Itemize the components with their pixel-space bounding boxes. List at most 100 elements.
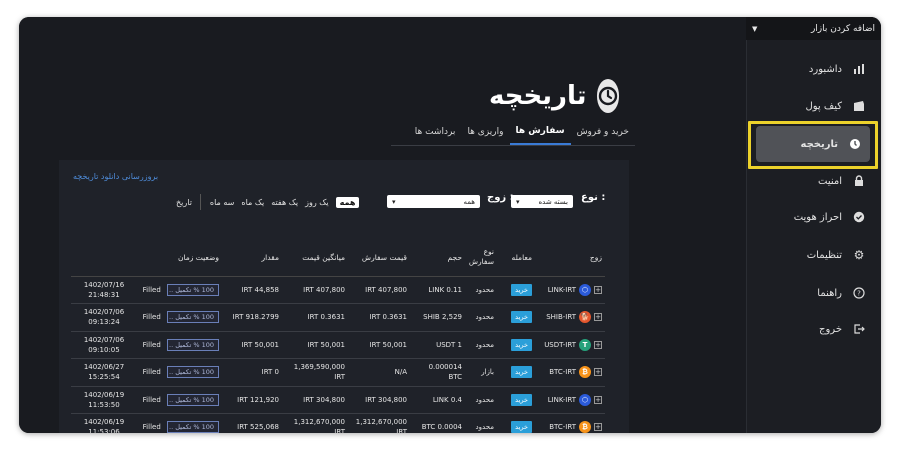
- progress-badge: 100 % تکمیل ..: [167, 283, 219, 296]
- status-cell: 100 % تکمیل .. Filled: [137, 413, 222, 433]
- expand-icon[interactable]: +: [594, 423, 602, 432]
- time-cell: 1402/06/19 11:53:50: [71, 386, 137, 414]
- amount-cell: IRT 44,858: [222, 276, 282, 304]
- sidebar-item-label: داشبورد: [808, 63, 842, 75]
- expand-icon[interactable]: +: [594, 368, 602, 377]
- buy-badge: خرید: [511, 393, 532, 406]
- status-text: Filled: [142, 368, 161, 377]
- status-cell: 100 % تکمیل .. Filled: [137, 276, 222, 304]
- sidebar-item-label: خروج: [819, 323, 842, 335]
- add-market-label: اضافه کردن بازار: [810, 23, 875, 34]
- sidebar-item-label: امنیت: [818, 175, 842, 187]
- orders-panel: بروزرسانی دانلود تاریخچه نوع : بسته شده …: [59, 160, 629, 433]
- expand-icon[interactable]: +: [594, 340, 602, 349]
- volume-cell: 0.000014 BTC: [410, 358, 465, 387]
- table-row[interactable]: + ⬡ LINK-IRT خرید محدود LINK 0.11 IRT 40…: [71, 276, 605, 304]
- avg-price-cell: IRT 50,001: [282, 331, 348, 359]
- trade-cell: خرید: [497, 358, 535, 387]
- pair-cell: + ⬡ LINK-IRT: [535, 386, 605, 414]
- amount-cell: IRT 0: [222, 358, 282, 387]
- add-market-select[interactable]: اضافه کردن بازار ▼: [746, 17, 881, 40]
- trade-cell: خرید: [497, 303, 535, 332]
- volume-cell: USDT 1: [410, 331, 465, 359]
- type-filter-select[interactable]: بسته شده ▾: [511, 195, 573, 208]
- usdt-coin-icon: T: [579, 338, 591, 351]
- buy-badge: خرید: [511, 283, 532, 296]
- pair-name: LINK-IRT: [547, 285, 576, 294]
- chevron-down-icon: ▾: [516, 197, 520, 206]
- order-type-cell: محدود: [465, 303, 497, 332]
- buy-badge: خرید: [511, 421, 532, 433]
- gear-icon: ⚙: [853, 248, 865, 262]
- refresh-download-link[interactable]: بروزرسانی دانلود تاریخچه: [73, 172, 158, 181]
- pair-name: SHIB-IRT: [546, 313, 576, 322]
- order-price-cell: IRT 50,001: [348, 331, 410, 359]
- expand-icon[interactable]: +: [594, 313, 602, 322]
- table-row[interactable]: + ₿ BTC-IRT خرید محدود BTC 0.0004 1,312,…: [71, 413, 605, 433]
- date-filter-week[interactable]: یک هفته: [271, 198, 298, 207]
- pair-filter-select[interactable]: همه ▾: [387, 195, 480, 208]
- col-trade: معامله: [497, 239, 535, 277]
- pair-name: LINK-IRT: [547, 395, 576, 404]
- col-volume: حجم: [410, 239, 465, 277]
- col-pair: زوج: [535, 239, 605, 277]
- pair-filter-value: همه: [463, 197, 476, 206]
- pair-cell: + 🐕 SHIB-IRT: [535, 303, 605, 332]
- order-type-cell: بازار: [465, 358, 497, 387]
- progress-badge: 100 % تکمیل ..: [167, 393, 219, 406]
- status-text: Filled: [142, 285, 161, 294]
- order-type-cell: محدود: [465, 386, 497, 414]
- order-price-cell: IRT 304,800: [348, 386, 410, 414]
- tab-withdrawals[interactable]: برداشت ها: [409, 119, 462, 145]
- sidebar-item-label: کیف پول: [805, 100, 842, 112]
- date-filter-day[interactable]: یک روز: [305, 198, 329, 207]
- tab-deposits[interactable]: واریزی ها: [461, 119, 509, 145]
- table-row[interactable]: + ₿ BTC-IRT خرید بازار 0.000014 BTC N/A …: [71, 358, 605, 387]
- sidebar-item-wallet[interactable]: کیف پول: [746, 88, 881, 124]
- col-order-price: قیمت سفارش: [348, 239, 410, 277]
- sidebar-item-verification[interactable]: احراز هویت: [746, 199, 881, 235]
- date-filter-month[interactable]: یک ماه: [241, 198, 264, 207]
- tab-trades[interactable]: خرید و فروش: [571, 119, 635, 145]
- sidebar-item-logout[interactable]: خروج: [746, 311, 881, 347]
- buy-badge: خرید: [511, 338, 532, 351]
- highlight-frame: [748, 121, 878, 169]
- sidebar-item-help[interactable]: راهنما ?: [746, 275, 881, 311]
- time-cell: 1402/06/19 11:53:06: [71, 413, 137, 433]
- order-time: 21:48:31: [88, 290, 120, 299]
- sidebar-item-settings[interactable]: تنظیمات ⚙: [746, 237, 881, 273]
- lock-icon: [852, 174, 866, 188]
- pair-filter-label: زوج :: [487, 192, 514, 203]
- status-text: Filled: [142, 313, 161, 322]
- pair-cell: + T USDT-IRT: [535, 331, 605, 359]
- sidebar: اضافه کردن بازار ▼ داشبورد کیف پول تاریخ…: [746, 17, 881, 433]
- order-date: 1402/07/06: [83, 308, 125, 317]
- order-price-cell: IRT 0.3631: [348, 303, 410, 332]
- amount-cell: IRT 918.2799: [222, 303, 282, 332]
- avg-price-cell: IRT 304,800: [282, 386, 348, 414]
- table-row[interactable]: + ⬡ LINK-IRT خرید محدود LINK 0.4 IRT 304…: [71, 386, 605, 414]
- app-window: تاریخچه خرید و فروش سفارش ها واریزی ها ب…: [19, 17, 881, 433]
- expand-icon[interactable]: +: [594, 395, 602, 404]
- col-avg-price: میانگین قیمت: [282, 239, 348, 277]
- expand-icon[interactable]: +: [594, 285, 602, 294]
- avg-price-cell: 1,312,670,000 IRT: [282, 413, 348, 433]
- table-row[interactable]: + 🐕 SHIB-IRT خرید محدود SHIB 2,529 IRT 0…: [71, 303, 605, 332]
- main-content: تاریخچه خرید و فروش سفارش ها واریزی ها ب…: [19, 17, 746, 433]
- shib-coin-icon: 🐕: [579, 311, 591, 324]
- trade-cell: خرید: [497, 386, 535, 414]
- order-date: 1402/07/16: [83, 280, 125, 289]
- table-header-row: زوج معامله نوع سفارش حجم قیمت سفارش میان…: [71, 239, 605, 277]
- sidebar-item-label: تنظیمات: [806, 249, 842, 261]
- tab-orders[interactable]: سفارش ها: [509, 119, 571, 145]
- btc-coin-icon: ₿: [579, 421, 591, 433]
- svg-text:?: ?: [857, 290, 861, 298]
- page-title: تاریخچه: [489, 81, 587, 111]
- history-tabs: خرید و فروش سفارش ها واریزی ها برداشت ها: [391, 119, 635, 146]
- sidebar-item-dashboard[interactable]: داشبورد: [746, 51, 881, 87]
- table-row[interactable]: + T USDT-IRT خرید محدود USDT 1 IRT 50,00…: [71, 331, 605, 359]
- trade-cell: خرید: [497, 331, 535, 359]
- trade-cell: خرید: [497, 413, 535, 433]
- date-filter-three-months[interactable]: سه ماه: [210, 198, 234, 207]
- date-filter-all[interactable]: همه: [335, 196, 360, 208]
